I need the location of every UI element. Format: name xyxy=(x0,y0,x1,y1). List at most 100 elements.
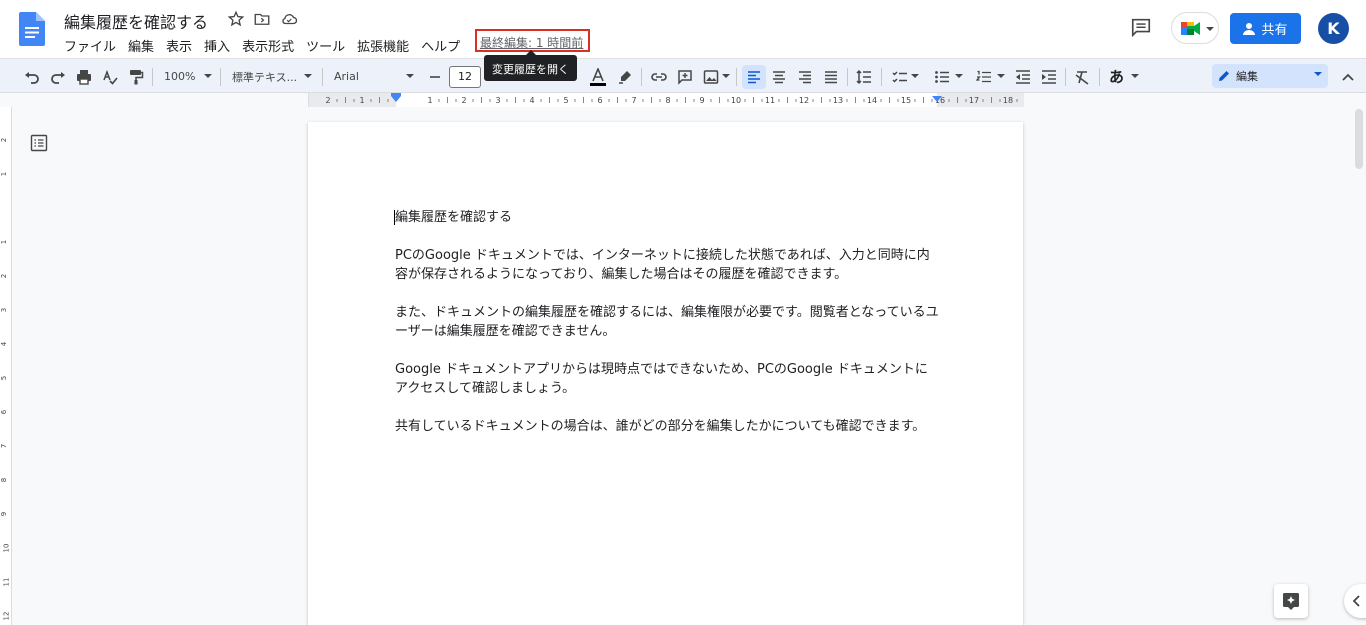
input-tools-char: あ xyxy=(1108,68,1124,86)
undo-button[interactable] xyxy=(22,59,42,94)
ruler-tick xyxy=(821,97,822,103)
meet-button[interactable] xyxy=(1171,12,1219,44)
add-comment-button[interactable] xyxy=(675,59,695,94)
ruler-tick xyxy=(608,99,610,102)
explore-button[interactable] xyxy=(1274,584,1308,618)
increase-indent-icon xyxy=(1042,69,1056,84)
docs-logo-icon[interactable] xyxy=(19,12,45,46)
ruler-tick xyxy=(863,99,865,102)
menu-file[interactable]: ファイル xyxy=(64,35,122,55)
zoom-select[interactable]: 100% xyxy=(160,59,216,94)
menu-edit[interactable]: 編集 xyxy=(128,35,160,55)
document-page[interactable]: 編集履歴を確認する PCのGoogle ドキュメントでは、インターネットに接続し… xyxy=(308,122,1023,625)
side-panel-toggle[interactable] xyxy=(1344,584,1366,618)
comment-history-icon[interactable] xyxy=(1130,16,1152,38)
vertical-ruler[interactable]: 2 1 1 2 3 4 5 6 7 8 9 10 11 12 xyxy=(0,107,12,625)
paragraph-style-value: 標準テキス... xyxy=(232,70,298,84)
redo-button[interactable] xyxy=(48,59,68,94)
menu-tools[interactable]: ツール xyxy=(306,35,351,55)
paragraph[interactable]: 共有しているドキュメントの場合は、誰がどの部分を編集したかについても確認できます… xyxy=(395,417,940,436)
align-right-button[interactable] xyxy=(795,59,815,94)
checklist-button[interactable] xyxy=(888,59,922,94)
editing-mode-select[interactable]: 編集 xyxy=(1212,64,1328,88)
first-line-indent-marker[interactable] xyxy=(391,93,401,96)
ruler-tick xyxy=(455,99,457,102)
numbered-list-button[interactable] xyxy=(972,59,1008,94)
paragraph[interactable]: PCのGoogle ドキュメントでは、インターネットに接続した状態であれば、入力… xyxy=(395,246,940,284)
align-center-button[interactable] xyxy=(769,59,789,94)
paragraph[interactable]: Google ドキュメントアプリからは現時点ではできないため、PCのGoogle… xyxy=(395,360,940,398)
font-select[interactable]: Arial xyxy=(330,59,418,94)
share-button[interactable]: 共有 xyxy=(1230,13,1301,44)
vertical-ruler-number: 7 xyxy=(0,443,9,449)
menu-view[interactable]: 表示 xyxy=(166,35,198,55)
hide-menus-button[interactable] xyxy=(1338,59,1358,94)
menu-extensions[interactable]: 拡張機能 xyxy=(357,35,415,55)
clear-formatting-button[interactable] xyxy=(1072,59,1092,94)
ruler-tick xyxy=(719,97,720,103)
paragraph-style-select[interactable]: 標準テキス... xyxy=(228,59,316,94)
vertical-ruler-number: 4 xyxy=(0,341,9,347)
chevron-down-icon xyxy=(721,74,730,78)
meet-icon xyxy=(1181,22,1200,35)
paragraph[interactable]: また、ドキュメントの編集履歴を確認するには、編集権限が必要です。閲覧者となってい… xyxy=(395,303,940,341)
vertical-ruler-number: 9 xyxy=(0,511,9,517)
bullet-list-button[interactable] xyxy=(930,59,966,94)
ruler-tick xyxy=(965,99,967,102)
ruler-number: 4 xyxy=(529,96,534,105)
insert-link-button[interactable] xyxy=(649,59,669,94)
last-edit-link[interactable]: 最終編集: 1 時間前 xyxy=(475,29,590,52)
justify-button[interactable] xyxy=(821,59,841,94)
increase-indent-button[interactable] xyxy=(1039,59,1059,94)
spellcheck-button[interactable] xyxy=(100,59,120,94)
chevron-down-icon xyxy=(1131,74,1139,78)
ruler-number: 1 xyxy=(427,96,432,105)
ruler-tick xyxy=(379,97,380,103)
vertical-ruler-number: 1 xyxy=(0,239,9,245)
ruler-tick xyxy=(617,97,618,103)
text-color-icon xyxy=(590,67,606,86)
ruler-number: 8 xyxy=(665,96,670,105)
decrease-indent-button[interactable] xyxy=(1013,59,1033,94)
scrollbar-thumb[interactable] xyxy=(1355,109,1363,169)
star-icon[interactable] xyxy=(227,10,245,28)
ruler-tick xyxy=(370,99,372,102)
checklist-icon xyxy=(891,70,907,83)
input-tools-button[interactable]: あ xyxy=(1105,59,1143,94)
ruler-tick xyxy=(727,99,729,102)
document-heading[interactable]: 編集履歴を確認する xyxy=(395,208,940,227)
ruler-tick xyxy=(447,97,448,103)
bullet-list-icon xyxy=(934,70,949,83)
vertical-ruler-number: 8 xyxy=(0,477,9,483)
move-folder-icon[interactable] xyxy=(253,10,271,28)
menu-help[interactable]: ヘルプ xyxy=(421,35,466,55)
text-color-button[interactable] xyxy=(588,59,608,94)
horizontal-ruler[interactable]: 2 1 1 2 3 4 5 6 7 8 9 10 11 12 13 14 15 16 17 18 xyxy=(0,93,1366,107)
document-body[interactable]: 編集履歴を確認する PCのGoogle ドキュメントでは、インターネットに接続し… xyxy=(394,208,940,455)
decrease-font-size-button[interactable] xyxy=(425,59,445,94)
insert-image-button[interactable] xyxy=(701,59,731,94)
account-avatar[interactable]: K xyxy=(1318,13,1349,44)
outline-icon[interactable] xyxy=(30,134,48,152)
zoom-value: 100% xyxy=(164,70,196,83)
align-left-button[interactable] xyxy=(742,65,766,89)
menu-insert[interactable]: 挿入 xyxy=(204,35,236,55)
vertical-scrollbar[interactable] xyxy=(1352,107,1366,625)
document-title[interactable]: 編集履歴を確認する xyxy=(64,9,208,33)
paint-format-button[interactable] xyxy=(126,59,146,94)
menu-format[interactable]: 表示形式 xyxy=(242,35,300,55)
print-button[interactable] xyxy=(74,59,94,94)
ruler-tick xyxy=(778,99,780,102)
font-size-field[interactable]: 12 xyxy=(448,59,482,94)
highlight-color-button[interactable] xyxy=(615,59,635,94)
font-size-input[interactable]: 12 xyxy=(449,65,481,88)
line-spacing-button[interactable] xyxy=(854,59,874,94)
ruler-margin xyxy=(309,93,396,107)
ruler-tick xyxy=(744,99,746,102)
ruler-tick xyxy=(991,97,992,103)
chevron-left-icon xyxy=(1352,595,1360,607)
vertical-ruler-number: 5 xyxy=(0,375,9,381)
ruler-tick xyxy=(880,99,882,102)
ruler-number: 12 xyxy=(799,96,809,105)
cloud-status-icon[interactable] xyxy=(280,10,298,28)
